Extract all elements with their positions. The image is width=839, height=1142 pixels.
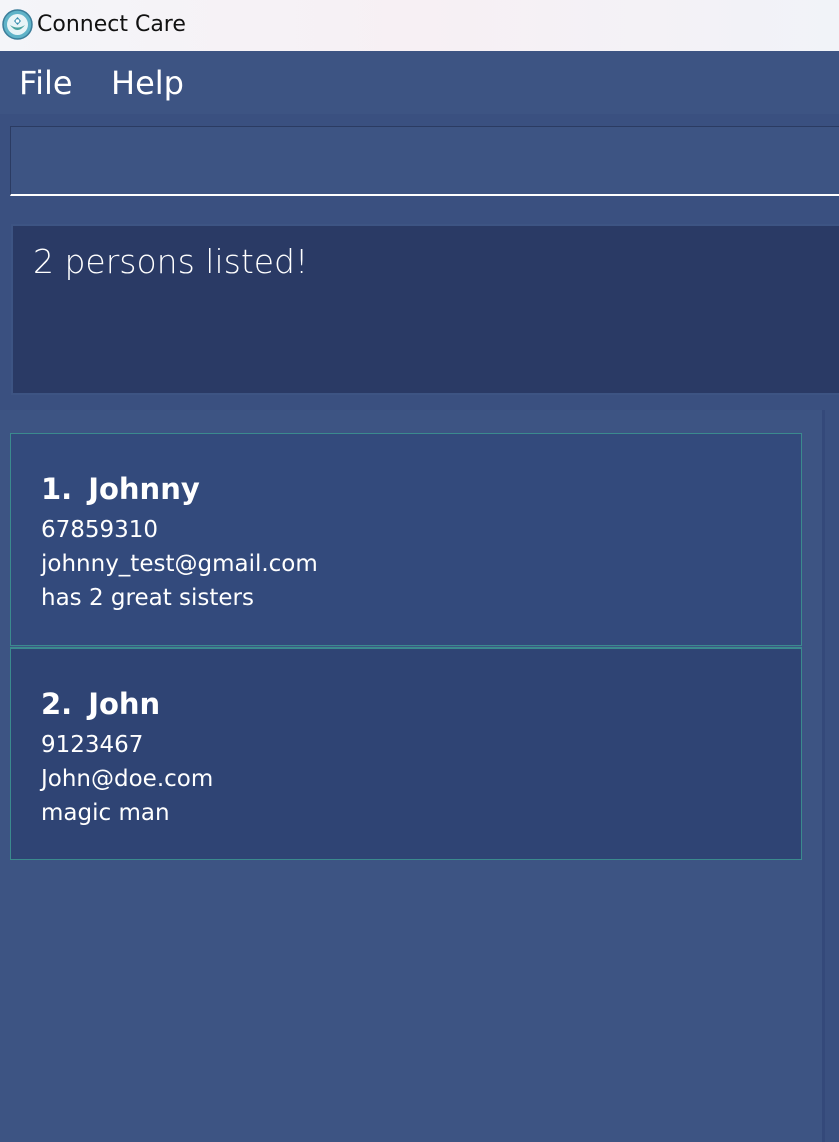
menu-bar: File Help bbox=[0, 51, 839, 114]
command-box bbox=[10, 126, 839, 196]
person-description: magic man bbox=[41, 800, 170, 826]
person-card[interactable]: 1. Johnny 67859310 johnny_test@gmail.com … bbox=[10, 433, 802, 646]
person-name-row: 2. John bbox=[41, 685, 160, 723]
command-input[interactable] bbox=[11, 127, 839, 194]
window-title-bar: Connect Care bbox=[0, 0, 839, 51]
menu-file[interactable]: File bbox=[19, 61, 73, 105]
person-phone: 9123467 bbox=[41, 732, 144, 758]
person-phone: 67859310 bbox=[41, 517, 159, 543]
person-card[interactable]: 2. John 9123467 John@doe.com magic man bbox=[10, 647, 802, 860]
list-scrollbar[interactable] bbox=[822, 410, 839, 1142]
person-index: 2. bbox=[41, 687, 73, 721]
menu-help[interactable]: Help bbox=[111, 61, 184, 105]
person-email: johnny_test@gmail.com bbox=[41, 551, 318, 577]
result-message: 2 persons listed! bbox=[33, 242, 309, 281]
connect-care-logo-icon bbox=[2, 9, 33, 40]
person-index: 1. bbox=[41, 472, 73, 506]
result-display: 2 persons listed! bbox=[11, 224, 839, 395]
result-display-panel: 2 persons listed! bbox=[0, 210, 839, 410]
person-name: John bbox=[88, 687, 161, 721]
person-description: has 2 great sisters bbox=[41, 585, 254, 611]
command-box-panel bbox=[0, 114, 839, 210]
person-name: Johnny bbox=[88, 472, 200, 506]
person-list-panel: 1. Johnny 67859310 johnny_test@gmail.com … bbox=[0, 410, 839, 1142]
person-email: John@doe.com bbox=[41, 766, 214, 792]
app-title: Connect Care bbox=[37, 12, 186, 37]
person-name-row: 1. Johnny bbox=[41, 470, 200, 508]
